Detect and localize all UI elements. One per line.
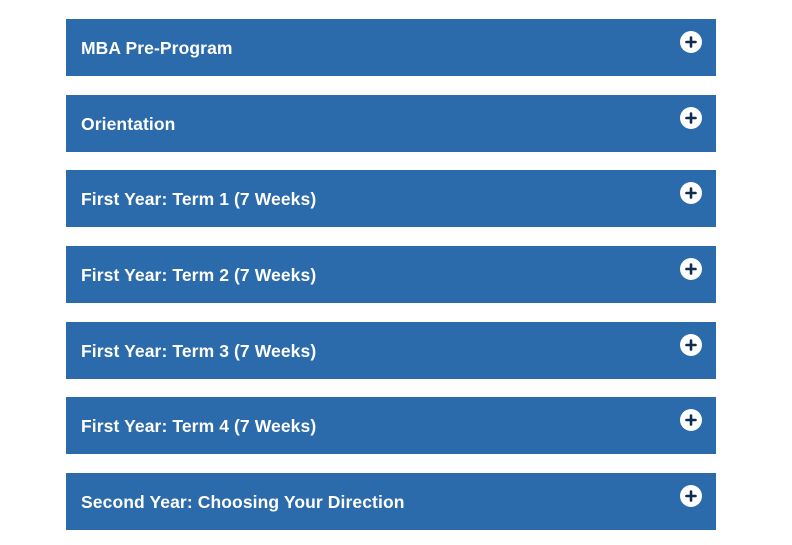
program-accordion: MBA Pre-Program Orientation First Year: … [66,19,716,531]
accordion-item-title: First Year: Term 3 (7 Weeks) [81,340,317,361]
accordion-item-title: Second Year: Choosing Your Direction [81,492,405,513]
accordion-item-title: First Year: Term 1 (7 Weeks) [81,189,317,210]
accordion-item-title: Orientation [81,113,176,134]
accordion-item-second-year[interactable]: Second Year: Choosing Your Direction [66,473,716,531]
accordion-item-first-year-term-3[interactable]: First Year: Term 3 (7 Weeks) [66,321,716,379]
plus-circle-icon[interactable] [680,485,702,508]
accordion-item-first-year-term-4[interactable]: First Year: Term 4 (7 Weeks) [66,397,716,455]
accordion-item-title: First Year: Term 2 (7 Weeks) [81,265,317,286]
plus-circle-icon[interactable] [680,182,702,205]
plus-circle-icon[interactable] [680,31,702,53]
accordion-item-title: MBA Pre-Program [81,38,233,58]
plus-circle-icon[interactable] [680,333,702,356]
accordion-item-first-year-term-2[interactable]: First Year: Term 2 (7 Weeks) [66,246,716,304]
plus-circle-icon[interactable] [680,258,702,281]
accordion-item-first-year-term-1[interactable]: First Year: Term 1 (7 Weeks) [66,170,716,228]
accordion-item-orientation[interactable]: Orientation [66,94,716,152]
plus-circle-icon[interactable] [680,409,702,432]
accordion-item-title: First Year: Term 4 (7 Weeks) [81,416,317,437]
plus-circle-icon[interactable] [680,106,702,129]
accordion-item-mba-pre-program[interactable]: MBA Pre-Program [66,19,716,76]
